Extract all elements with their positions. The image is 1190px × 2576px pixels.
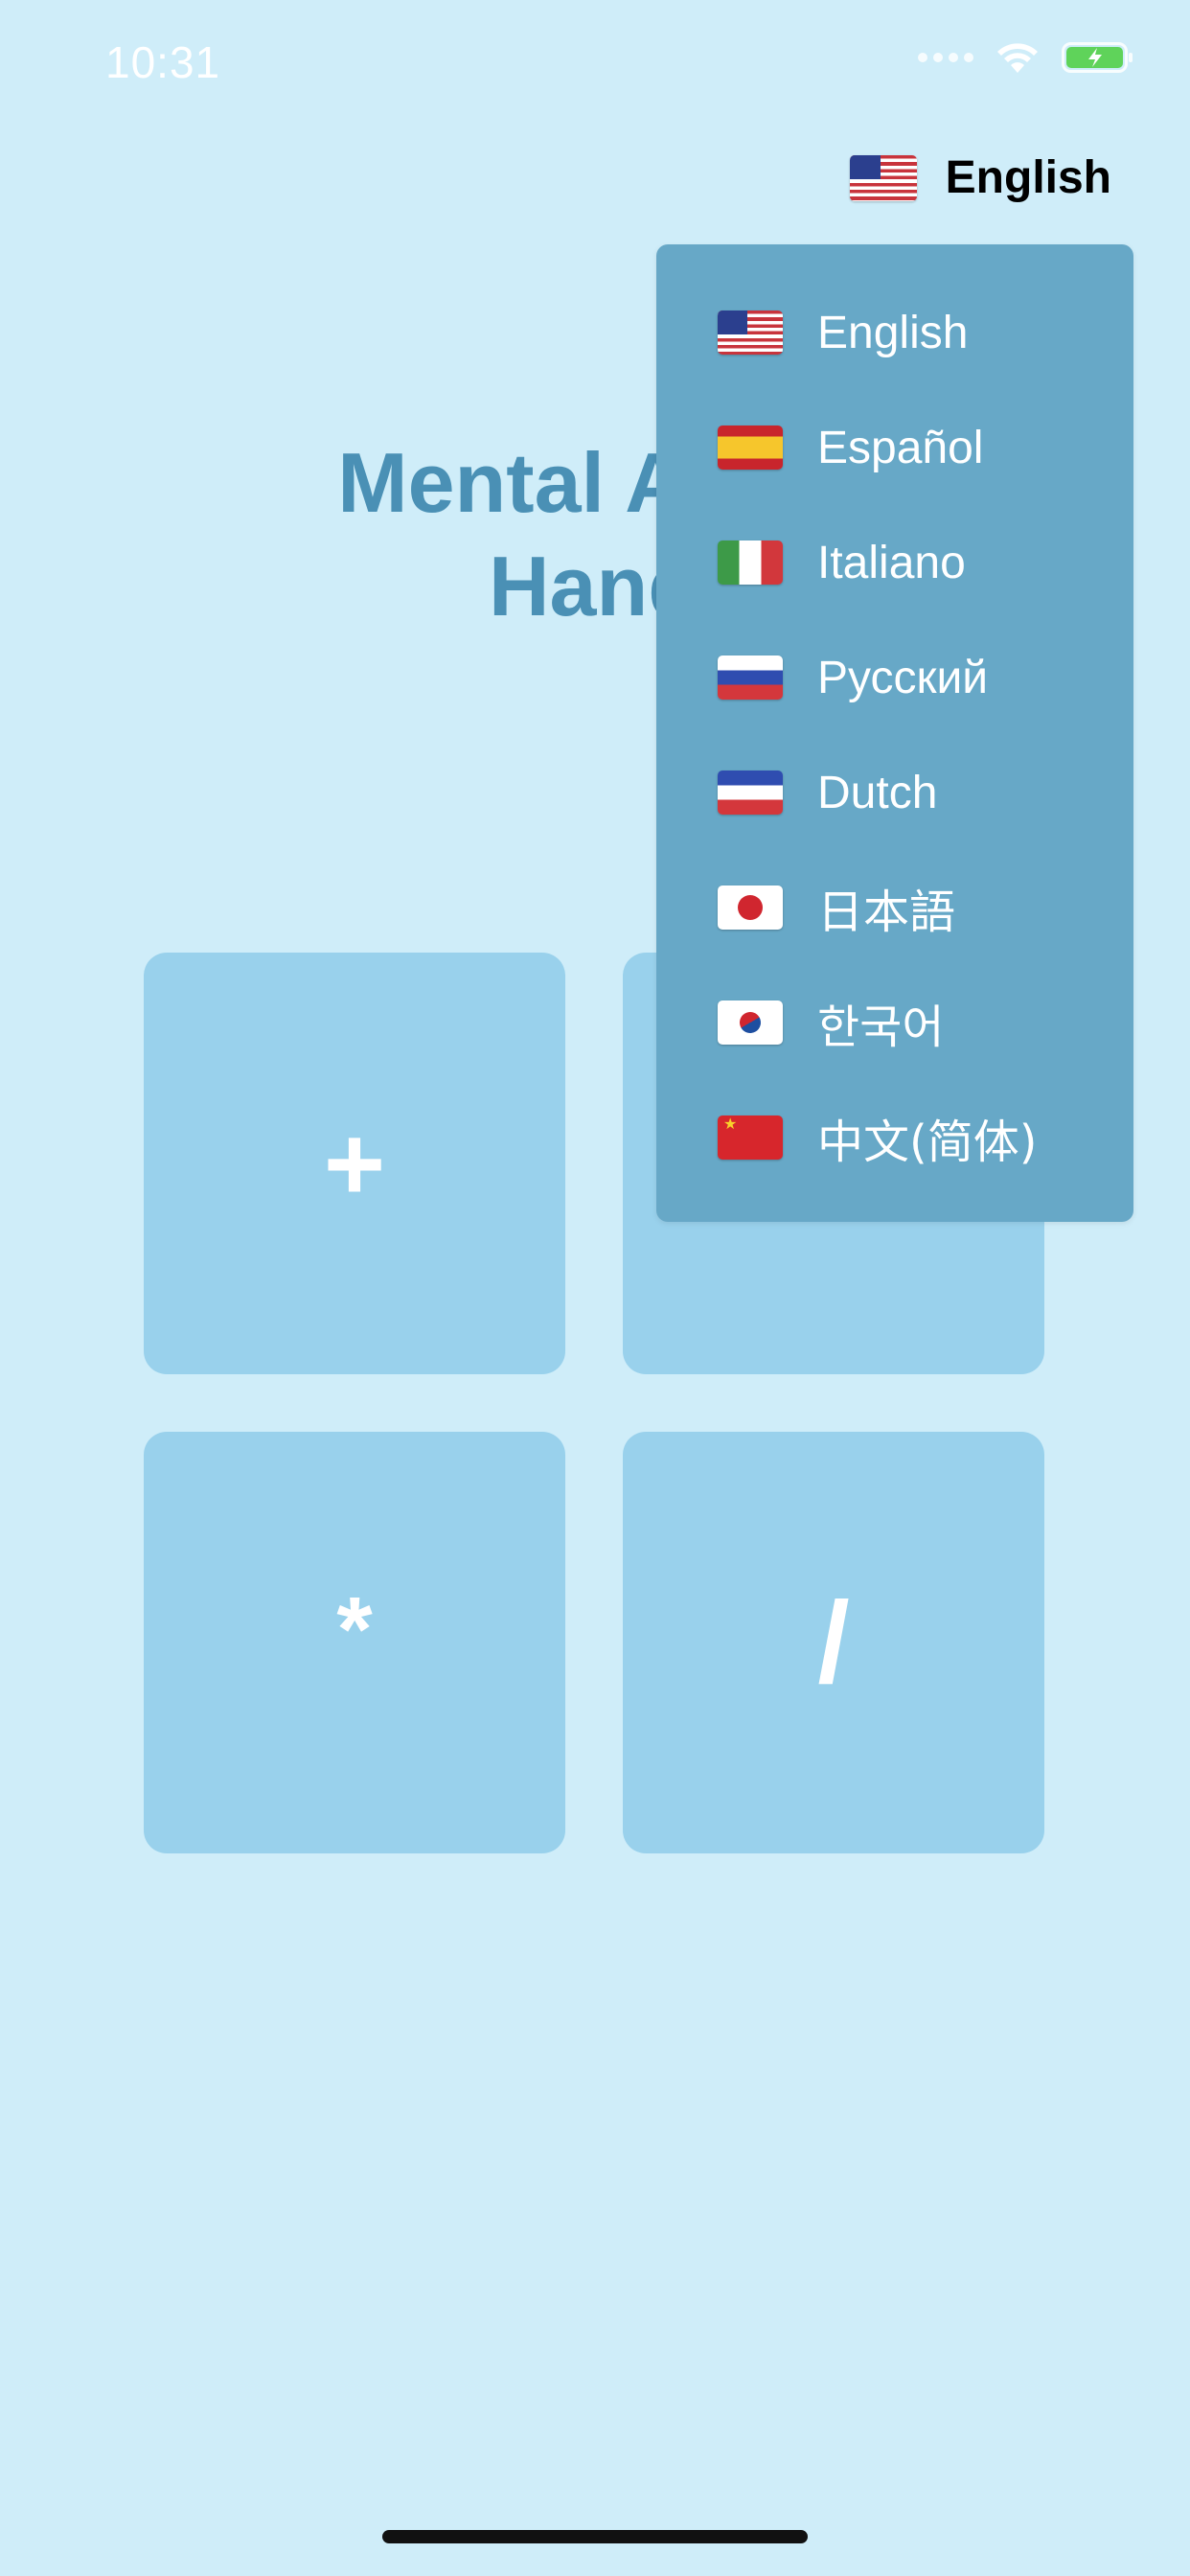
- home-indicator[interactable]: [382, 2530, 808, 2543]
- language-option-english[interactable]: English: [656, 275, 1133, 390]
- language-option-label: Español: [817, 422, 984, 473]
- language-option-dutch[interactable]: Dutch: [656, 735, 1133, 850]
- wifi-icon: [995, 40, 1041, 75]
- addition-button[interactable]: +: [144, 953, 565, 1374]
- language-option-label: English: [817, 307, 969, 358]
- language-option-korean[interactable]: 한국어: [656, 965, 1133, 1080]
- addition-symbol: +: [323, 1104, 386, 1223]
- signal-icon: [918, 53, 973, 62]
- japan-flag-icon: [718, 886, 783, 930]
- language-option-italian[interactable]: Italiano: [656, 505, 1133, 620]
- language-option-label: 日本語: [817, 886, 956, 939]
- us-flag-icon: [849, 154, 917, 201]
- language-option-label: Italiano: [817, 537, 966, 588]
- us-flag-icon: [718, 310, 783, 355]
- language-option-russian[interactable]: Русский: [656, 620, 1133, 735]
- language-option-label: Русский: [817, 652, 989, 703]
- status-icons: [918, 40, 1134, 75]
- language-dropdown-menu: English Español Italiano Русский Dutch 日…: [656, 244, 1133, 1222]
- korea-flag-icon: [718, 1000, 783, 1045]
- language-option-label: Dutch: [817, 767, 938, 818]
- spain-flag-icon: [718, 426, 783, 470]
- china-flag-icon: [718, 1116, 783, 1160]
- battery-charging-icon: [1062, 40, 1134, 75]
- language-option-label: 中文(简体): [817, 1116, 1038, 1169]
- netherlands-flag-icon: [718, 770, 783, 815]
- language-selector-label: English: [945, 152, 1111, 203]
- language-selector-button[interactable]: English: [849, 151, 1111, 204]
- app-screen: 10:31 English Mental Arit Hand + * / Eng…: [0, 0, 1190, 2576]
- italy-flag-icon: [718, 540, 783, 585]
- division-button[interactable]: /: [623, 1432, 1044, 1853]
- division-symbol: /: [817, 1578, 850, 1707]
- status-time: 10:31: [105, 37, 221, 87]
- language-option-spanish[interactable]: Español: [656, 390, 1133, 505]
- russia-flag-icon: [718, 656, 783, 700]
- multiplication-button[interactable]: *: [144, 1432, 565, 1853]
- language-option-label: 한국어: [817, 1000, 945, 1054]
- multiplication-symbol: *: [336, 1578, 373, 1681]
- language-option-japanese[interactable]: 日本語: [656, 850, 1133, 965]
- language-option-chinese[interactable]: 中文(简体): [656, 1080, 1133, 1195]
